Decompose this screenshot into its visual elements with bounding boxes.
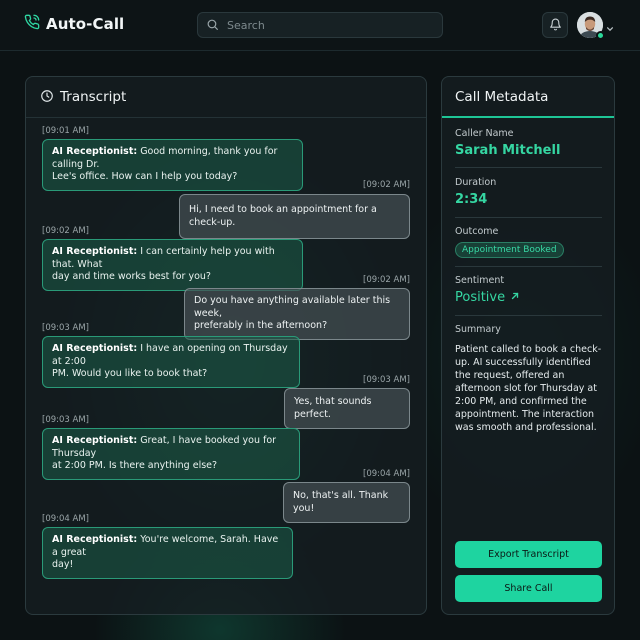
outcome-badge: Appointment Booked bbox=[455, 242, 564, 258]
search-icon bbox=[206, 16, 219, 35]
divider bbox=[455, 315, 602, 316]
outcome-label: Outcome bbox=[455, 226, 499, 237]
message-bubble-user: No, that's all. Thank you! bbox=[283, 482, 410, 523]
message-text: Do you have anything available later thi… bbox=[194, 295, 391, 319]
message-bubble-user: Do you have anything available later thi… bbox=[184, 288, 410, 340]
message-bubble-ai: AI Receptionist: Great, I have booked yo… bbox=[42, 428, 300, 480]
duration-field: Duration 2:34 bbox=[455, 177, 602, 207]
user-avatar[interactable] bbox=[577, 12, 605, 40]
search-input[interactable] bbox=[227, 18, 427, 32]
duration-label: Duration bbox=[455, 177, 497, 188]
sentiment-field: Sentiment Positive bbox=[455, 275, 602, 305]
divider bbox=[455, 217, 602, 218]
sentiment-label: Sentiment bbox=[455, 275, 505, 286]
call-metadata-panel: Call Metadata Caller Name Sarah Mitchell… bbox=[441, 76, 615, 615]
transcript-title: Transcript bbox=[60, 89, 127, 105]
message-bubble-ai: AI Receptionist: Good morning, thank you… bbox=[42, 139, 303, 191]
message-bubble-ai: AI Receptionist: I can certainly help yo… bbox=[42, 239, 303, 291]
caller-label: Caller Name bbox=[455, 128, 514, 139]
message-bubble-user: Hi, I need to book an appointment for a … bbox=[179, 194, 410, 239]
clock-icon bbox=[40, 88, 54, 107]
speaker-name: AI Receptionist: bbox=[52, 246, 138, 257]
speaker-name: AI Receptionist: bbox=[52, 343, 138, 354]
caller-field: Caller Name Sarah Mitchell bbox=[455, 128, 602, 158]
message-timestamp: [09:03 AM] bbox=[42, 323, 89, 333]
message-bubble-ai: AI Receptionist: You're welcome, Sarah. … bbox=[42, 527, 293, 579]
message-text: at 2:00 PM. Is there anything else? bbox=[52, 460, 218, 471]
message-timestamp: [09:04 AM] bbox=[42, 514, 89, 524]
divider bbox=[455, 266, 602, 267]
search-bar[interactable] bbox=[197, 12, 443, 38]
arrow-up-right-icon bbox=[510, 290, 520, 305]
message-bubble-user: Yes, that sounds perfect. bbox=[284, 388, 410, 429]
sentiment-value: Positive bbox=[455, 290, 506, 305]
message-text: preferably in the afternoon? bbox=[194, 320, 328, 331]
top-bar: Auto-Call bbox=[0, 0, 640, 51]
brand[interactable]: Auto-Call bbox=[24, 14, 124, 34]
message-text: PM. Would you like to book that? bbox=[52, 368, 208, 379]
message-text: Yes, that sounds perfect. bbox=[294, 396, 372, 420]
summary-field: Summary Patient called to book a check-u… bbox=[455, 324, 602, 434]
phone-call-icon bbox=[24, 14, 40, 34]
duration-value: 2:34 bbox=[455, 192, 488, 207]
outcome-field: Outcome Appointment Booked bbox=[455, 226, 602, 258]
message-text: day and time works best for you? bbox=[52, 271, 211, 282]
message-timestamp: [09:02 AM] bbox=[363, 180, 410, 190]
summary-label: Summary bbox=[455, 324, 501, 335]
export-transcript-button[interactable]: Export Transcript bbox=[455, 541, 602, 568]
share-call-button[interactable]: Share Call bbox=[455, 575, 602, 602]
message-text: Lee's office. How can I help you today? bbox=[52, 171, 238, 182]
speaker-name: AI Receptionist: bbox=[52, 146, 138, 157]
caller-value: Sarah Mitchell bbox=[455, 143, 561, 158]
message-timestamp: [09:01 AM] bbox=[42, 126, 89, 136]
sentiment-row: Positive bbox=[455, 290, 602, 305]
summary-text: Patient called to book a check-up. AI su… bbox=[455, 344, 602, 433]
app-title: Auto-Call bbox=[46, 15, 125, 33]
chevron-down-icon[interactable] bbox=[606, 18, 614, 37]
speaker-name: AI Receptionist: bbox=[52, 435, 138, 446]
message-text: No, that's all. Thank you! bbox=[293, 490, 389, 514]
transcript-panel: Transcript [09:01 AM] AI Receptionist: G… bbox=[25, 76, 427, 615]
metadata-header: Call Metadata bbox=[442, 77, 614, 118]
message-timestamp: [09:02 AM] bbox=[363, 275, 410, 285]
divider bbox=[455, 167, 602, 168]
transcript-header: Transcript bbox=[26, 77, 426, 118]
message-text: Hi, I need to book an appointment for a … bbox=[189, 204, 377, 228]
message-text: day! bbox=[52, 559, 74, 570]
notifications-button[interactable] bbox=[542, 12, 568, 38]
message-timestamp: [09:03 AM] bbox=[363, 375, 410, 385]
message-timestamp: [09:04 AM] bbox=[363, 469, 410, 479]
message-timestamp: [09:03 AM] bbox=[42, 415, 89, 425]
metadata-title: Call Metadata bbox=[455, 88, 549, 105]
message-bubble-ai: AI Receptionist: I have an opening on Th… bbox=[42, 336, 300, 388]
message-timestamp: [09:02 AM] bbox=[42, 226, 89, 236]
bell-icon bbox=[549, 16, 562, 35]
online-status-dot bbox=[596, 31, 605, 40]
speaker-name: AI Receptionist: bbox=[52, 534, 138, 545]
